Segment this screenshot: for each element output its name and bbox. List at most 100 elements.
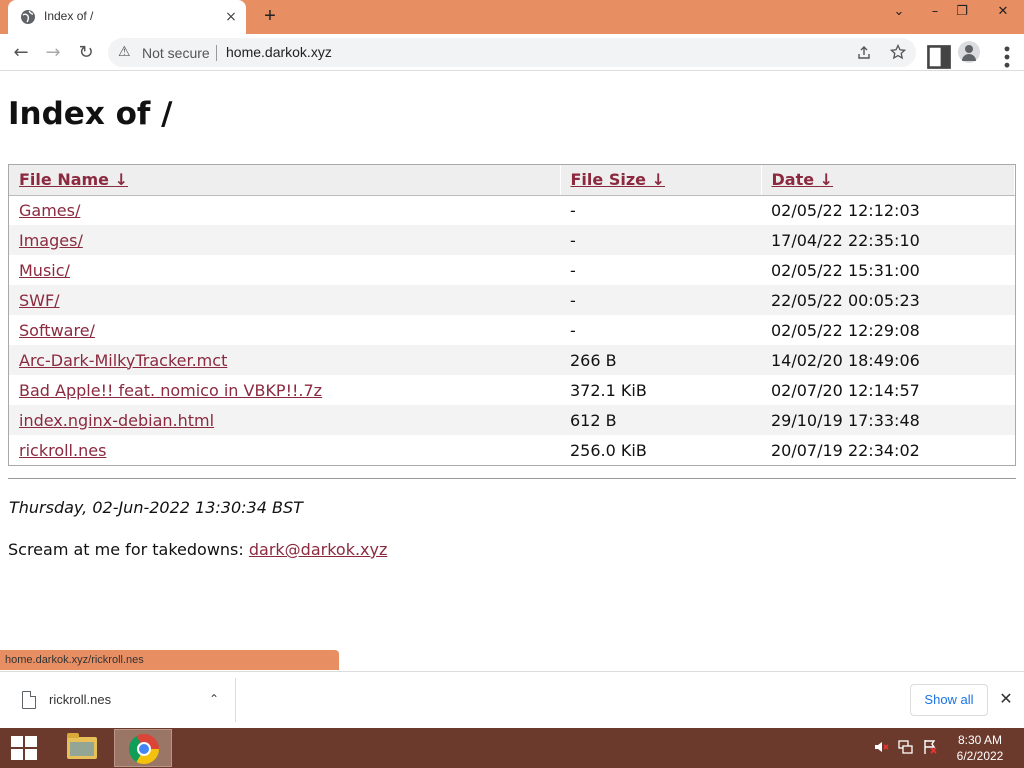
folder-icon (67, 733, 97, 759)
file-size-cell: - (570, 260, 576, 280)
file-size-cell: - (570, 200, 576, 220)
file-name-cell: Music/ (9, 255, 560, 285)
contact-line: Scream at me for takedowns: dark@darkok.… (8, 540, 387, 559)
back-icon[interactable]: ← (8, 40, 34, 66)
close-window-icon[interactable]: ✕ (982, 0, 1024, 24)
action-center-flag-icon[interactable] (922, 739, 938, 755)
file-size-cell: - (560, 285, 761, 315)
address-bar[interactable]: ⚠ Not secure home.darkok.xyz (108, 38, 916, 67)
file-size-cell: 612 B (560, 405, 761, 435)
profile-avatar-icon[interactable] (958, 41, 980, 63)
file-size-cell: 256.0 KiB (570, 440, 647, 460)
table-row: rickroll.nes 256.0 KiB 20/07/19 22:34:02 (9, 435, 1015, 465)
table-row: Images/ - 17/04/22 22:35:10 (9, 225, 1015, 255)
file-date-cell: 02/07/20 12:14:57 (771, 380, 920, 400)
network-icon[interactable] (898, 739, 914, 755)
file-table: File Name ↓ File Size ↓ Date ↓ Games/ - … (9, 165, 1015, 465)
minimize-icon[interactable]: – (920, 0, 950, 24)
clock-time: 8:30 AM (957, 733, 1003, 747)
sort-arrow-icon: ↓ (651, 170, 665, 190)
file-date-cell: 02/05/22 12:29:08 (771, 320, 920, 340)
side-panel-icon[interactable] (926, 44, 952, 70)
file-link[interactable]: Bad Apple!! feat. nomico in VBKP!!.7z (19, 381, 322, 400)
menu-kebab-icon[interactable] (994, 44, 1020, 70)
file-date-cell: 02/05/22 15:31:00 (771, 260, 920, 280)
file-date-cell: 20/07/19 22:34:02 (771, 440, 920, 460)
sort-arrow-icon: ↓ (114, 170, 129, 190)
file-name-cell: Images/ (9, 225, 560, 255)
file-date-cell: 14/02/20 18:49:06 (761, 345, 1015, 375)
table-row: Music/ - 02/05/22 15:31:00 (9, 255, 1015, 285)
browser-toolbar: ← → ↻ ⚠ Not secure home.darkok.xyz (0, 34, 1024, 71)
sort-arrow-icon: ↓ (819, 170, 834, 190)
sort-by-date-link[interactable]: Date ↓ (772, 170, 834, 189)
table-row: SWF/ - 22/05/22 00:05:23 (9, 285, 1015, 315)
tab-search-chevron-icon[interactable]: ⌄ (884, 0, 914, 24)
download-item[interactable]: rickroll.nes ⌃ (8, 678, 236, 722)
file-link[interactable]: Games/ (19, 201, 80, 220)
sort-by-size-link[interactable]: File Size ↓ (571, 170, 665, 189)
table-row: Bad Apple!! feat. nomico in VBKP!!.7z 37… (9, 375, 1015, 405)
table-row: index.nginx-debian.html 612 B 29/10/19 1… (9, 405, 1015, 435)
table-header-row: File Name ↓ File Size ↓ Date ↓ (9, 165, 1015, 196)
forward-icon[interactable]: → (40, 40, 66, 66)
link-status-bubble: home.darkok.xyz/rickroll.nes (0, 650, 339, 670)
security-label[interactable]: Not secure (142, 45, 210, 61)
column-header-size: File Size ↓ (560, 165, 762, 196)
file-size-cell: 266 B (560, 345, 761, 375)
file-link[interactable]: index.nginx-debian.html (19, 411, 214, 430)
chevron-up-icon[interactable]: ⌃ (204, 689, 224, 709)
file-link[interactable]: Arc-Dark-MilkyTracker.mct (19, 351, 227, 370)
url-text[interactable]: home.darkok.xyz (226, 44, 332, 60)
file-date-cell: 02/05/22 12:12:03 (771, 200, 920, 220)
file-link[interactable]: Music/ (19, 261, 70, 280)
clock-date: 6/2/2022 (956, 749, 1004, 763)
show-all-button[interactable]: Show all (910, 684, 988, 716)
tab-close-icon[interactable]: × (222, 8, 240, 26)
file-size-cell: - (570, 320, 576, 340)
file-name-cell: Arc-Dark-MilkyTracker.mct (9, 345, 560, 375)
file-icon (22, 691, 36, 709)
start-button[interactable] (0, 728, 48, 768)
file-link[interactable]: SWF/ (19, 291, 60, 310)
file-date-cell: 29/10/19 17:33:48 (761, 405, 1015, 435)
globe-icon (21, 10, 35, 24)
system-clock[interactable]: 8:30 AM 6/2/2022 (942, 732, 1018, 764)
volume-muted-icon[interactable] (873, 739, 889, 755)
file-name-cell: Games/ (9, 195, 560, 225)
omnibox-divider (216, 45, 217, 61)
new-tab-icon[interactable]: + (258, 5, 282, 29)
table-row: Arc-Dark-MilkyTracker.mct 266 B 14/02/20… (9, 345, 1015, 375)
windows-logo-icon (11, 736, 37, 760)
close-shelf-icon[interactable]: ✕ (996, 686, 1016, 712)
reload-icon[interactable]: ↻ (73, 40, 99, 66)
file-size-cell: - (560, 225, 761, 255)
tab-strip: Index of / × + ⌄ – ❐ ✕ (0, 0, 1024, 34)
contact-label: Scream at me for takedowns: (8, 540, 249, 559)
page-content: Index of / File Name ↓ File Size ↓ Date … (0, 72, 1024, 648)
sort-by-name-link[interactable]: File Name ↓ (19, 170, 128, 189)
file-name-cell: Bad Apple!! feat. nomico in VBKP!!.7z (9, 375, 560, 405)
table-row: Software/ - 02/05/22 12:29:08 (9, 315, 1015, 345)
taskbar-chrome[interactable] (114, 729, 172, 767)
browser-tab[interactable]: Index of / × (8, 0, 246, 34)
chrome-icon (129, 734, 159, 764)
file-link[interactable]: Software/ (19, 321, 95, 340)
server-timestamp: Thursday, 02-Jun-2022 13:30:34 BST (9, 498, 303, 517)
tab-title: Index of / (44, 9, 94, 23)
column-header-date: Date ↓ (761, 165, 1015, 196)
taskbar-file-explorer[interactable] (52, 729, 110, 767)
file-link[interactable]: Images/ (19, 231, 83, 250)
column-header-name: File Name ↓ (9, 165, 561, 196)
bookmark-star-icon[interactable] (890, 44, 906, 60)
contact-email-link[interactable]: dark@darkok.xyz (249, 540, 388, 559)
warning-icon[interactable]: ⚠ (118, 44, 131, 60)
share-icon[interactable] (856, 45, 872, 61)
file-name-cell: rickroll.nes (9, 435, 560, 465)
download-file-name[interactable]: rickroll.nes (49, 692, 111, 707)
restore-icon[interactable]: ❐ (947, 0, 977, 24)
page-title: Index of / (8, 96, 173, 132)
file-listing: File Name ↓ File Size ↓ Date ↓ Games/ - … (8, 164, 1016, 466)
file-link[interactable]: rickroll.nes (19, 441, 106, 460)
file-name-cell: Software/ (9, 315, 560, 345)
